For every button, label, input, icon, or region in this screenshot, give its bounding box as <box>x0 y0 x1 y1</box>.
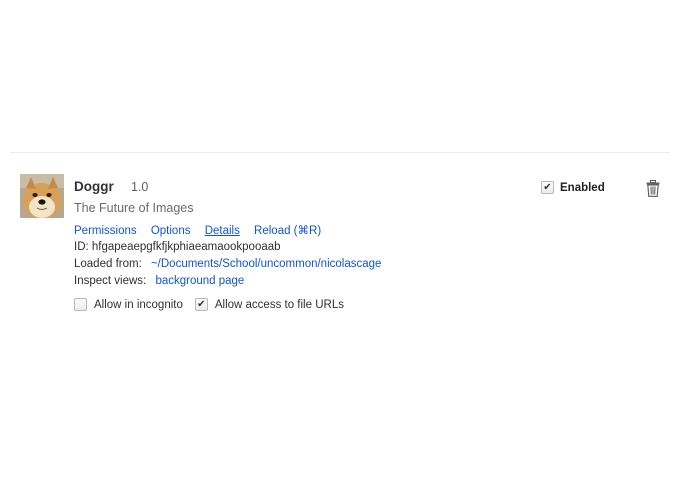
permissions-link[interactable]: Permissions <box>74 225 137 237</box>
extension-description: The Future of Images <box>74 201 194 215</box>
enabled-toggle[interactable]: ✔ Enabled <box>541 181 605 194</box>
extension-version: 1.0 <box>131 180 149 194</box>
incognito-label: Allow in incognito <box>94 298 183 311</box>
file-urls-label: Allow access to file URLs <box>214 298 344 311</box>
incognito-option[interactable]: Allow in incognito <box>74 298 183 311</box>
options-link[interactable]: Options <box>151 225 191 237</box>
background-page-link[interactable]: background page <box>155 275 244 287</box>
extension-entry: Doggr 1.0 The Future of Images Permissio… <box>0 0 695 494</box>
extension-id: ID: hfgapeaepgfkfjkphiaeamaookpooaab <box>74 241 281 253</box>
inspect-views: Inspect views: background page <box>74 275 244 287</box>
id-value: hfgapeaepgfkfjkphiaeamaookpooaab <box>91 241 281 253</box>
loaded-from-path-link[interactable]: ~/Documents/School/uncommon/nicolascage <box>151 258 381 270</box>
loaded-from: Loaded from: ~/Documents/School/uncommon… <box>74 258 381 270</box>
extension-links: Permissions Options Details Reload (⌘R) <box>74 223 332 237</box>
incognito-checkbox[interactable] <box>74 298 87 311</box>
doge-icon <box>20 174 64 218</box>
file-urls-checkbox[interactable]: ✔ <box>194 298 208 311</box>
enabled-checkbox[interactable]: ✔ <box>541 181 554 194</box>
enabled-label: Enabled <box>560 181 605 194</box>
loaded-from-label: Loaded from: <box>74 258 142 270</box>
inspect-views-label: Inspect views: <box>74 275 147 287</box>
id-label: ID: <box>74 241 89 253</box>
extension-name: Doggr <box>74 179 114 194</box>
reload-link[interactable]: Reload (⌘R) <box>254 225 321 237</box>
trash-icon[interactable] <box>646 180 660 197</box>
file-urls-option[interactable]: ✔ Allow access to file URLs <box>194 298 344 311</box>
extensions-page: Doggr 1.0 The Future of Images Permissio… <box>0 0 695 494</box>
details-link[interactable]: Details <box>205 225 240 237</box>
extension-options: Allow in incognito ✔ Allow access to fil… <box>74 298 344 311</box>
